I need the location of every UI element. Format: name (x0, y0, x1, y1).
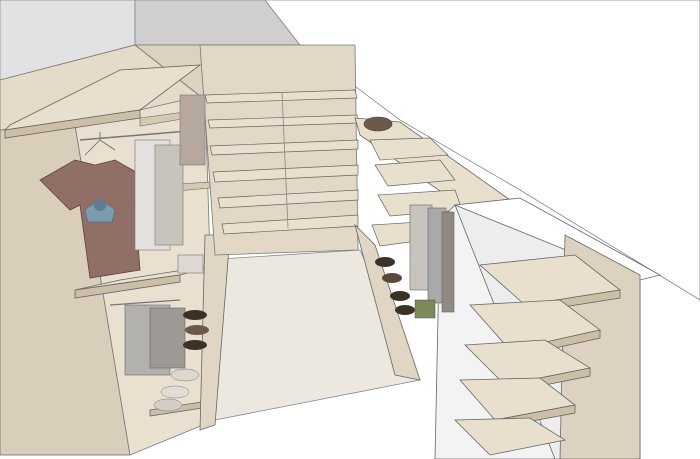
right-jacket-3 (441, 211, 455, 313)
tshirt-print-logo (94, 199, 106, 211)
shoe-2 (185, 325, 209, 335)
green-item (414, 299, 436, 319)
shoe-4 (170, 368, 200, 382)
right-shoe-3 (390, 291, 410, 301)
central-shelving (199, 44, 359, 256)
hat (363, 116, 393, 132)
right-shoe-1 (375, 257, 395, 267)
right-shoe-2 (382, 273, 402, 283)
right-shoe-4 (395, 305, 415, 315)
shirt-3 (154, 144, 184, 246)
closet-render (0, 0, 700, 459)
shoe-3 (183, 340, 207, 350)
shoe-1 (183, 310, 207, 320)
folded-clothes (177, 254, 204, 274)
shoe-5 (160, 385, 190, 399)
shoe-6 (153, 398, 183, 412)
shirt-4 (179, 94, 206, 166)
trousers-2 (149, 307, 186, 369)
